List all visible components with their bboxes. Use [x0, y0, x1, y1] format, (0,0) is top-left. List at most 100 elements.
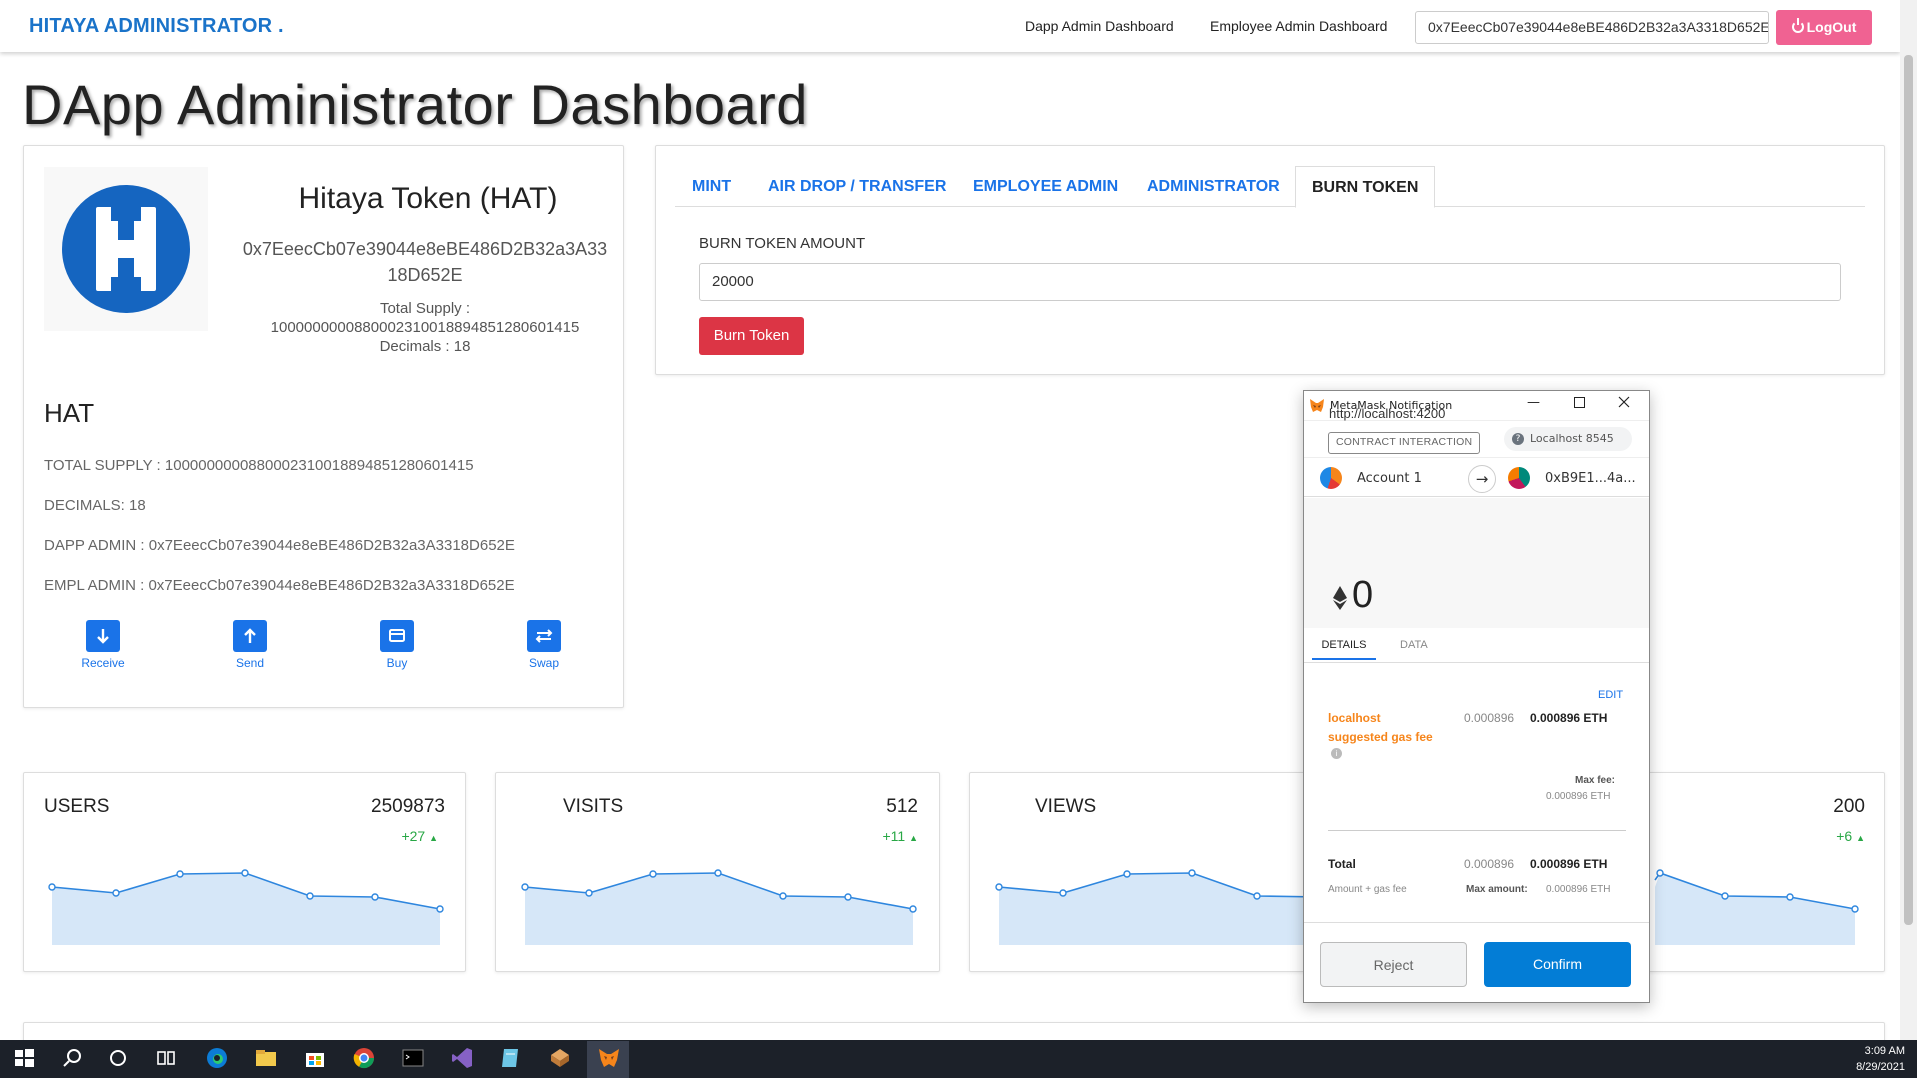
metamask-fox-icon — [1310, 399, 1324, 412]
visual-studio-icon[interactable] — [450, 1046, 474, 1070]
tab-administrator[interactable]: ADMINISTRATOR — [1147, 166, 1280, 208]
token-logo — [44, 167, 208, 331]
stat-delta-users: +27 ▲ — [350, 828, 438, 844]
swap-label: Swap — [528, 656, 560, 670]
stat-delta-fourth: +6 ▲ — [1775, 828, 1865, 844]
minimize-icon[interactable]: — — [1527, 395, 1540, 410]
windows-start-icon[interactable] — [12, 1046, 36, 1070]
caret-up-icon: ▲ — [909, 833, 918, 843]
ganache-icon[interactable] — [548, 1046, 572, 1070]
max-amount-value: 0.000896 ETH — [1546, 884, 1611, 895]
arrow-down-icon — [86, 620, 120, 652]
edit-gas-link[interactable]: EDIT — [1598, 689, 1623, 701]
buy-label: Buy — [386, 656, 408, 670]
reject-button[interactable]: Reject — [1320, 942, 1467, 987]
decimals-line: Decimals : 18 — [379, 338, 471, 355]
amount-gas-label: Amount + gas fee — [1328, 884, 1407, 895]
burn-token-button[interactable]: Burn Token — [699, 317, 804, 355]
stat-title-views: VIEWS — [1035, 796, 1097, 817]
from-account-name[interactable]: Account 1 — [1357, 471, 1422, 486]
total-value-gray: 0.000896 — [1464, 857, 1515, 871]
network-pill[interactable]: ? Localhost 8545 — [1504, 427, 1632, 451]
caret-up-icon: ▲ — [429, 833, 438, 843]
tab-employee-admin[interactable]: EMPLOYEE ADMIN — [973, 166, 1118, 208]
caret-up-icon: ▲ — [1856, 833, 1865, 843]
system-clock[interactable]: 3:09 AM 8/29/2021 — [1856, 1043, 1905, 1075]
edge-browser-icon[interactable] — [205, 1046, 229, 1070]
stat-delta-text: +6 — [1836, 828, 1853, 844]
stat-value-users: 2509873 — [371, 796, 445, 817]
cortana-icon[interactable] — [106, 1046, 130, 1070]
token-name: Hitaya Token (HAT) — [298, 182, 558, 215]
info-total-supply: TOTAL SUPPLY : 1000000000880002310018894… — [44, 457, 474, 474]
ethereum-icon — [1333, 586, 1347, 610]
token-symbol-heading: HAT — [44, 398, 95, 428]
arrow-up-icon — [233, 620, 267, 652]
confirm-button[interactable]: Confirm — [1484, 942, 1631, 987]
tab-burn-token[interactable]: BURN TOKEN — [1295, 166, 1436, 208]
stat-value-fourth: 200 — [1833, 796, 1865, 817]
nav-employee-admin[interactable]: Employee Admin Dashboard — [1210, 18, 1387, 34]
burn-amount-input[interactable]: 20000 — [699, 263, 1841, 301]
max-amount-label: Max amount: — [1466, 884, 1528, 895]
total-supply-label: Total Supply : — [379, 300, 471, 317]
gas-value-gray: 0.000896 — [1464, 711, 1515, 725]
logout-button[interactable]: LogOut — [1776, 10, 1872, 45]
stat-delta-text: +27 — [401, 828, 426, 844]
tab-details[interactable]: DETAILS — [1312, 630, 1376, 660]
swap-icon — [527, 620, 561, 652]
receive-button[interactable]: Receive — [63, 620, 143, 670]
total-divider — [1328, 830, 1626, 831]
clock-time: 3:09 AM — [1864, 1045, 1905, 1057]
total-supply-value: 1000000000880002310018894851280601415 — [270, 319, 580, 336]
file-explorer-icon[interactable] — [254, 1046, 278, 1070]
buy-button[interactable]: Buy — [357, 620, 437, 670]
token-supply-block: Total Supply : 1000000000880002310018894… — [240, 299, 610, 356]
arrow-right-icon: → — [1468, 465, 1496, 493]
windows-taskbar — [0, 1040, 1917, 1078]
clock-date: 8/29/2021 — [1856, 1061, 1905, 1073]
sparkline-users — [48, 869, 444, 945]
power-icon — [1791, 18, 1804, 33]
tab-mint[interactable]: MINT — [692, 166, 731, 208]
max-fee-label: Max fee: — [1575, 775, 1616, 786]
notepad-icon[interactable] — [498, 1046, 522, 1070]
send-label: Send — [235, 656, 265, 670]
navbar: HITAYA ADMINISTRATOR . Dapp Admin Dashbo… — [0, 0, 1900, 52]
info-icon[interactable]: i — [1331, 748, 1342, 759]
close-icon[interactable] — [1618, 396, 1630, 412]
tab-data[interactable]: DATA — [1400, 630, 1428, 660]
scrollbar-thumb[interactable] — [1904, 55, 1913, 925]
account-avatar — [1320, 467, 1342, 489]
sparkline-visits — [521, 869, 917, 945]
task-view-icon[interactable] — [154, 1046, 178, 1070]
terminal-icon[interactable] — [401, 1046, 425, 1070]
network-name: Localhost 8545 — [1530, 432, 1614, 445]
account-row: Account 1 → 0xB9E1...4a... — [1304, 457, 1649, 497]
store-icon[interactable] — [303, 1046, 327, 1070]
search-icon[interactable] — [60, 1046, 84, 1070]
send-button[interactable]: Send — [210, 620, 290, 670]
origin-url: http://localhost:4200 — [1329, 406, 1446, 421]
brand-logo[interactable]: HITAYA ADMINISTRATOR . — [29, 15, 284, 38]
page-scrollbar[interactable] — [1900, 0, 1917, 1040]
transaction-amount: 0 — [1352, 574, 1374, 616]
stat-title-users: USERS — [44, 796, 110, 817]
stat-delta-text: +11 — [882, 828, 906, 844]
gas-label-1: localhost — [1328, 711, 1381, 725]
logout-label: LogOut — [1806, 19, 1857, 35]
metamask-taskbar-icon[interactable] — [597, 1046, 621, 1070]
wallet-address-display: 0x7EeecCb07e39044e8eBE486D2B32a3A3318D65… — [1415, 11, 1769, 44]
chrome-icon[interactable] — [352, 1046, 376, 1070]
nav-dapp-admin[interactable]: Dapp Admin Dashboard — [1025, 18, 1174, 34]
burn-amount-label: BURN TOKEN AMOUNT — [699, 235, 866, 252]
tab-airdrop-transfer[interactable]: AIR DROP / TRANSFER — [768, 166, 946, 208]
swap-button[interactable]: Swap — [504, 620, 584, 670]
to-account-address[interactable]: 0xB9E1...4a... — [1545, 471, 1636, 486]
stat-value-visits: 512 — [886, 796, 918, 817]
gas-label-2: suggested gas fee — [1328, 730, 1433, 744]
mm-tabs-divider — [1304, 662, 1649, 663]
screen: HITAYA ADMINISTRATOR . Dapp Admin Dashbo… — [0, 0, 1917, 1078]
stat-delta-visits: +11 ▲ — [830, 828, 918, 844]
maximize-icon[interactable] — [1574, 397, 1585, 412]
